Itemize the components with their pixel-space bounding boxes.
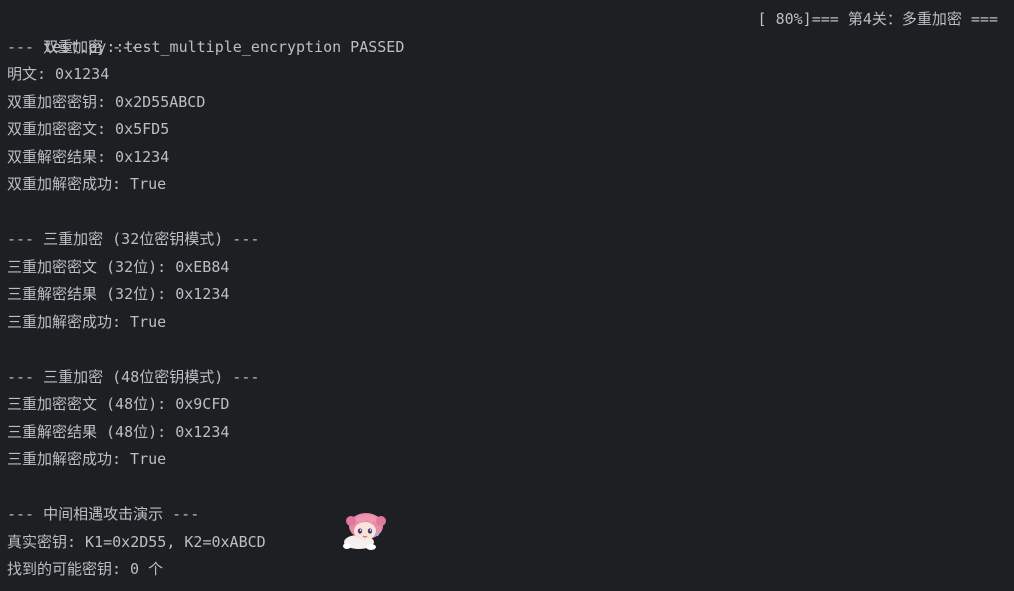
output-line: --- 中间相遇攻击演示 --- (7, 505, 200, 523)
terminal-output: test.py::test_multiple_encryption PASSED… (7, 6, 1007, 584)
output-line: 真实密钥: K1=0x2D55, K2=0xABCD (7, 532, 266, 551)
anime-girl-sticker-icon (343, 513, 386, 550)
output-line: 三重加解密成功: True (7, 450, 167, 468)
output-line: 三重解密结果 (32位): 0x1234 (7, 285, 230, 303)
output-line: --- 三重加密 (32位密钥模式) --- (7, 230, 260, 248)
output-line: 三重解密结果 (48位): 0x1234 (7, 422, 230, 441)
output-line: --- 三重加密 (48位密钥模式) --- (7, 367, 260, 386)
output-line: 双重加解密成功: True (7, 175, 167, 193)
output-line: 三重加密密文 (48位): 0x9CFD (7, 395, 230, 413)
output-line: --- 双重加密 --- (7, 37, 140, 56)
output-line: 双重解密结果: 0x1234 (7, 147, 170, 166)
test-progress: [ 80%]=== 第4关：多重加密 === (757, 10, 998, 28)
output-line: 三重加解密成功: True (7, 312, 167, 331)
output-line: 明文: 0x1234 (7, 65, 110, 83)
test-result-line: test.py::test_multiple_encryption PASSED… (7, 6, 1007, 56)
output-line: 双重加密密文: 0x5FD5 (7, 120, 170, 138)
output-line: 三重加密密文 (32位): 0xEB84 (7, 257, 230, 276)
output-line: 找到的可能密钥: 0 个 (7, 560, 164, 578)
output-line: 双重加密密钥: 0x2D55ABCD (7, 92, 206, 111)
